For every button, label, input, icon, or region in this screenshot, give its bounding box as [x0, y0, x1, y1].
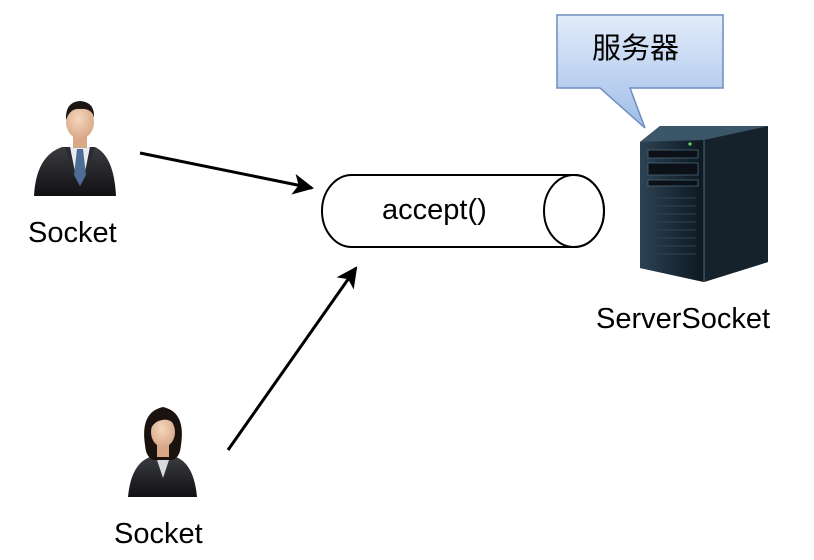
server-label: ServerSocket [596, 303, 771, 335]
bottom-client-label: Socket [114, 518, 203, 550]
arrow-top-client-to-accept [139, 151, 315, 195]
callout-label: 服务器 [592, 31, 680, 65]
businessman-icon [34, 101, 116, 196]
arrow-bottom-client-to-accept [226, 266, 358, 451]
businesswoman-icon [128, 407, 197, 497]
top-client-label: Socket [28, 217, 117, 249]
accept-label: accept() [382, 194, 487, 226]
server-tower-icon [640, 126, 768, 282]
diagram-drawing [34, 14, 768, 497]
diagram-canvas: Socket Socket ServerSocket accept() 服务器 [0, 0, 814, 560]
